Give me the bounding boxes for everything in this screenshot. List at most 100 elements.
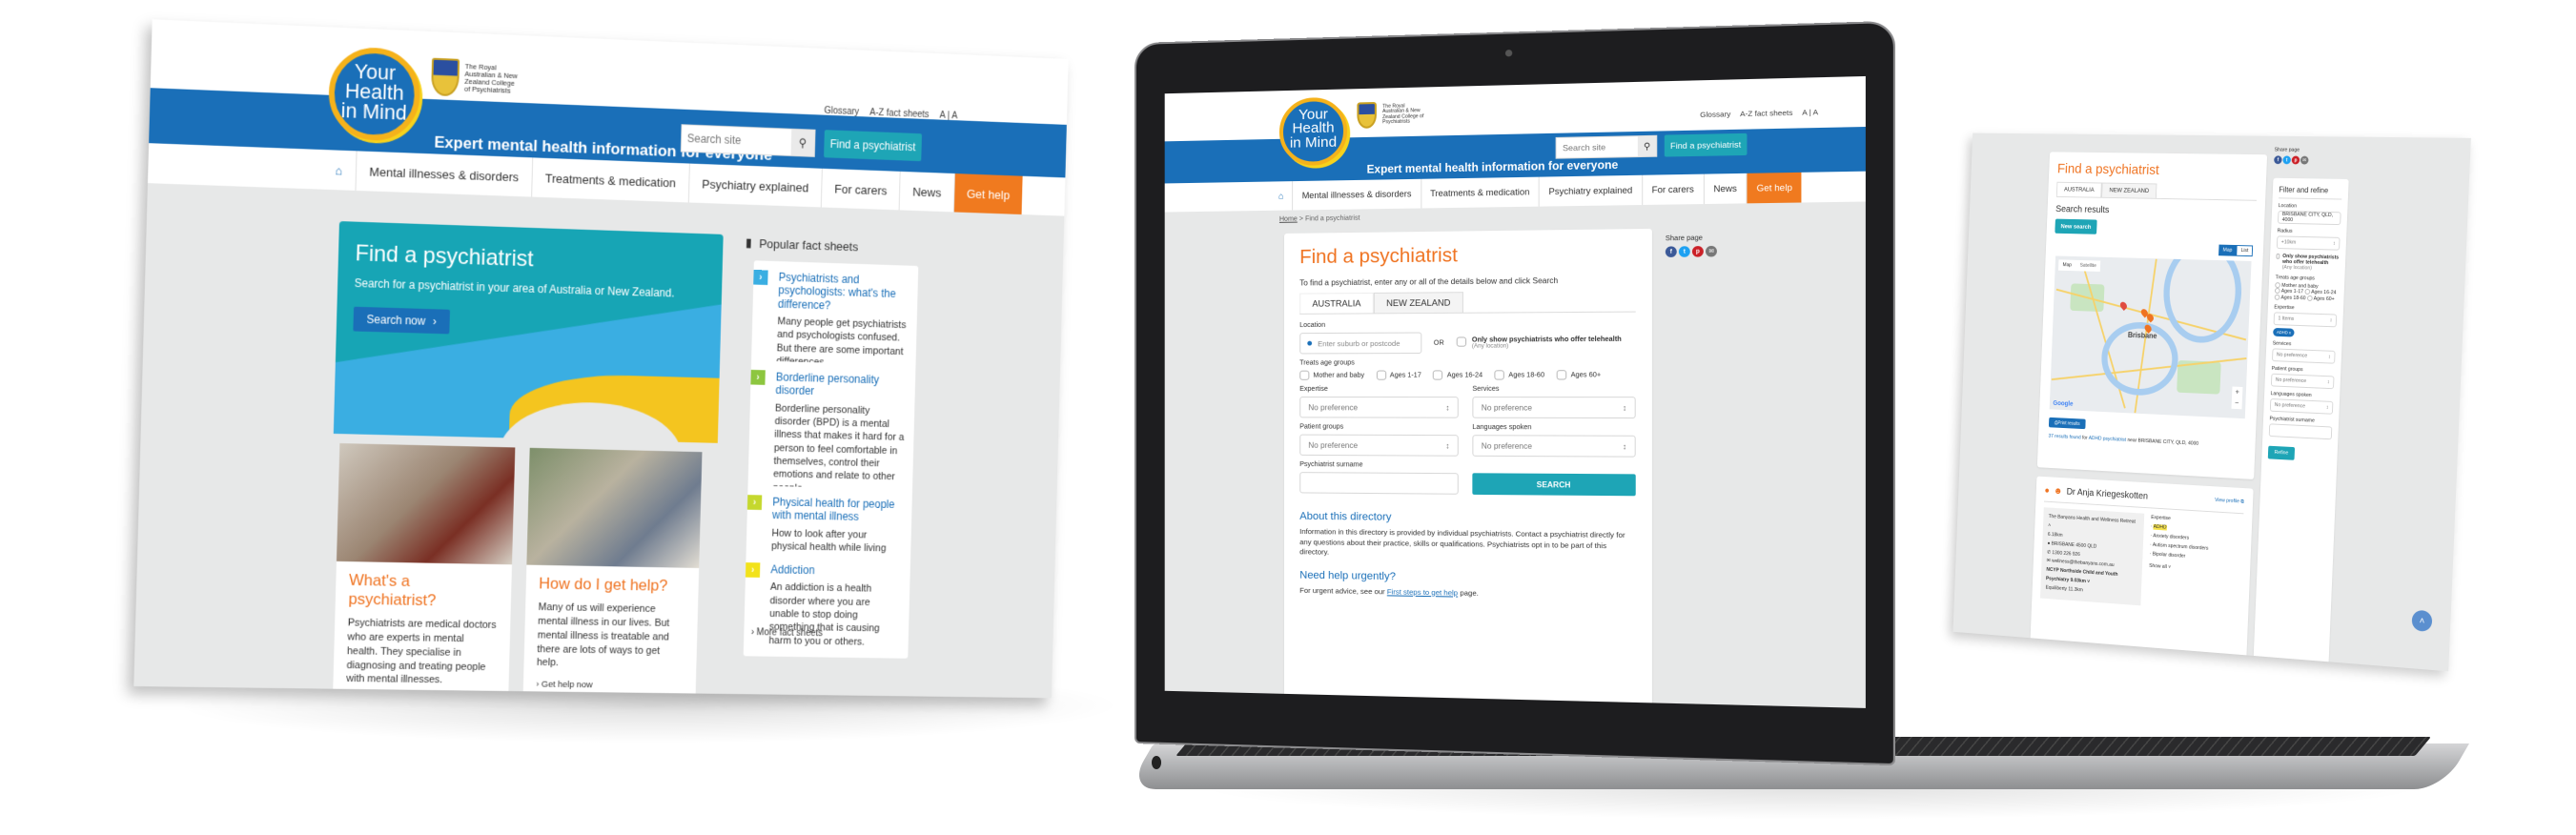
- location-input[interactable]: ● Enter suburb or postcode: [1299, 332, 1422, 355]
- age-checkbox[interactable]: [1376, 370, 1386, 380]
- pinterest-icon[interactable]: p: [1691, 246, 1704, 257]
- share-label: Share page: [2274, 147, 2300, 153]
- fact-sheet-title[interactable]: Psychiatrists and psychologists: what's …: [778, 271, 910, 315]
- nav-item[interactable]: Mental illnesses & disorders: [356, 151, 533, 197]
- map-tab[interactable]: Map: [2058, 259, 2076, 271]
- get-help-now-link[interactable]: › Get help now: [536, 680, 684, 692]
- satellite-tab[interactable]: Satellite: [2075, 260, 2100, 272]
- telehealth-checkbox[interactable]: [2276, 253, 2280, 259]
- tab-new-zealand[interactable]: NEW ZEALAND: [2101, 182, 2157, 198]
- tab-new-zealand[interactable]: NEW ZEALAND: [1373, 292, 1464, 314]
- age-option[interactable]: Ages 1-17: [1376, 370, 1421, 380]
- get-help-button[interactable]: Get help: [1747, 172, 1802, 204]
- map-zoom-control[interactable]: + −: [2231, 386, 2243, 410]
- age-checkbox[interactable]: [1433, 370, 1443, 380]
- search-button[interactable]: SEARCH: [1472, 473, 1636, 497]
- tab-australia[interactable]: AUSTRALIA: [2055, 181, 2102, 197]
- nav-item[interactable]: Treatments & medication: [531, 157, 690, 203]
- surname-input[interactable]: [1299, 472, 1459, 495]
- search-input[interactable]: Search site ⚲: [680, 124, 816, 157]
- nav-item[interactable]: Psychiatry explained: [1539, 174, 1643, 207]
- filter-age-option[interactable]: Ages 18-60 Ages 60+: [2274, 294, 2338, 302]
- text-size-toggle[interactable]: A | A: [1802, 108, 1818, 117]
- facebook-icon[interactable]: f: [2274, 155, 2282, 165]
- facebook-icon[interactable]: f: [1665, 246, 1677, 257]
- fact-sheet-title[interactable]: Addiction: [770, 563, 901, 579]
- filter-services-select[interactable]: No preference ↕: [2271, 348, 2336, 365]
- refine-button[interactable]: Refine: [2267, 446, 2296, 461]
- age-option[interactable]: Mother and baby: [1299, 370, 1364, 380]
- telehealth-checkbox[interactable]: [1456, 336, 1466, 347]
- find-psychiatrist-button[interactable]: Find a psychiatrist: [824, 130, 923, 162]
- nav-item[interactable]: For carers: [1642, 173, 1705, 206]
- info-card: What's a psychiatrist? Psychiatrists are…: [332, 560, 512, 699]
- filter-lang-select[interactable]: No preference ↕: [2269, 398, 2334, 416]
- age-checkbox[interactable]: [1556, 370, 1567, 380]
- search-now-button[interactable]: Search now ›: [353, 306, 451, 335]
- select-arrows-icon: ↕: [1445, 440, 1450, 451]
- urgent-title: Need help urgently?: [1299, 568, 1396, 582]
- glossary-link[interactable]: Glossary: [824, 106, 859, 117]
- search-icon[interactable]: ⚲: [790, 129, 815, 156]
- filter-patient-select[interactable]: No preference ↕: [2270, 374, 2335, 390]
- email-icon[interactable]: ✉: [2300, 155, 2309, 165]
- nav-item[interactable]: Treatments & medication: [1421, 176, 1540, 209]
- radius-select[interactable]: +10km ↕: [2276, 235, 2341, 251]
- fact-sheet-card[interactable]: › Addiction An addiction is a health dis…: [743, 553, 911, 659]
- search-site: Expert mental health information for eve…: [1164, 75, 1866, 708]
- glossary-link[interactable]: Glossary: [1700, 110, 1730, 119]
- filter-expertise-select[interactable]: 1 Items ↕: [2273, 312, 2338, 328]
- filter-surname-input[interactable]: [2268, 423, 2333, 440]
- search-icon[interactable]: ⚲: [1637, 135, 1657, 157]
- or-label: OR: [1433, 339, 1444, 347]
- filter-location-input[interactable]: BRISBANE CITY, QLD, 4000: [2277, 210, 2341, 226]
- first-steps-link[interactable]: First steps to get help: [1387, 587, 1458, 597]
- get-help-button[interactable]: Get help: [953, 173, 1023, 214]
- text-size-toggle[interactable]: A | A: [939, 111, 957, 121]
- nav-item[interactable]: For carers: [821, 168, 901, 211]
- age-option[interactable]: Ages 60+: [1556, 370, 1601, 380]
- home-icon[interactable]: ⌂: [321, 150, 358, 191]
- nav-item[interactable]: News: [1704, 173, 1748, 205]
- more-fact-sheets-link[interactable]: › More fact sheets: [751, 627, 823, 639]
- age-checkbox[interactable]: [1494, 370, 1505, 380]
- search-input[interactable]: Search site ⚲: [1555, 134, 1658, 159]
- pinterest-icon[interactable]: p: [2291, 155, 2300, 165]
- share-icons: f t p ✉: [2274, 155, 2309, 165]
- tab-australia[interactable]: AUSTRALIA: [1299, 292, 1374, 314]
- fact-sheet-title[interactable]: Physical health for people with mental i…: [772, 496, 904, 525]
- show-all-link[interactable]: Show all ˅: [2149, 562, 2208, 576]
- expertise-select[interactable]: No preference ↕: [1299, 397, 1459, 418]
- intro-text: To find a psychiatrist, enter any or all…: [1299, 275, 1559, 288]
- fact-sheet-title[interactable]: Borderline personality disorder: [775, 371, 907, 401]
- homepage-mockup: Expert mental health information for eve…: [133, 19, 1069, 699]
- email-icon[interactable]: ✉: [1705, 245, 1717, 257]
- hero-subtitle: Search for a psychiatrist in your area o…: [354, 276, 675, 300]
- home-icon[interactable]: ⌂: [1269, 181, 1294, 211]
- age-checkbox[interactable]: [1299, 370, 1310, 380]
- new-search-button[interactable]: New search: [2055, 218, 2097, 234]
- select-value: No preference: [2276, 352, 2308, 359]
- twitter-icon[interactable]: t: [1678, 246, 1690, 257]
- print-results-button[interactable]: ⎙ Print results: [2048, 417, 2086, 430]
- services-select[interactable]: No preference ↕: [1472, 397, 1636, 419]
- nav-item[interactable]: News: [899, 171, 955, 213]
- fact-sheet-card[interactable]: › Borderline personality disorder Border…: [747, 360, 916, 507]
- view-profile-link[interactable]: View profile ⧉: [2215, 498, 2244, 506]
- expertise-tag[interactable]: ADHD x: [2273, 328, 2295, 337]
- nav-item[interactable]: Psychiatry explained: [688, 163, 823, 208]
- languages-select[interactable]: No preference ↕: [1472, 435, 1636, 458]
- twitter-icon[interactable]: t: [2282, 155, 2292, 165]
- age-option[interactable]: Ages 18-60: [1494, 370, 1544, 380]
- about-directory: About this directory Information in this…: [1299, 511, 1636, 601]
- map-view-button[interactable]: Map: [2218, 244, 2238, 256]
- back-to-top-button[interactable]: ˄: [2411, 609, 2433, 633]
- list-view-button[interactable]: List: [2236, 245, 2254, 257]
- find-psychiatrist-button[interactable]: Find a psychiatrist: [1664, 132, 1748, 157]
- patient-groups-select[interactable]: No preference ↕: [1299, 434, 1459, 457]
- age-option[interactable]: Ages 16-24: [1433, 370, 1482, 380]
- nav-item[interactable]: Mental illnesses & disorders: [1293, 178, 1421, 211]
- az-fact-sheets-link[interactable]: A-Z fact sheets: [1740, 109, 1792, 119]
- breadcrumb-home[interactable]: Home: [1279, 216, 1298, 223]
- results-map[interactable]: Map Satellite Brisbane + − Google: [2049, 255, 2252, 419]
